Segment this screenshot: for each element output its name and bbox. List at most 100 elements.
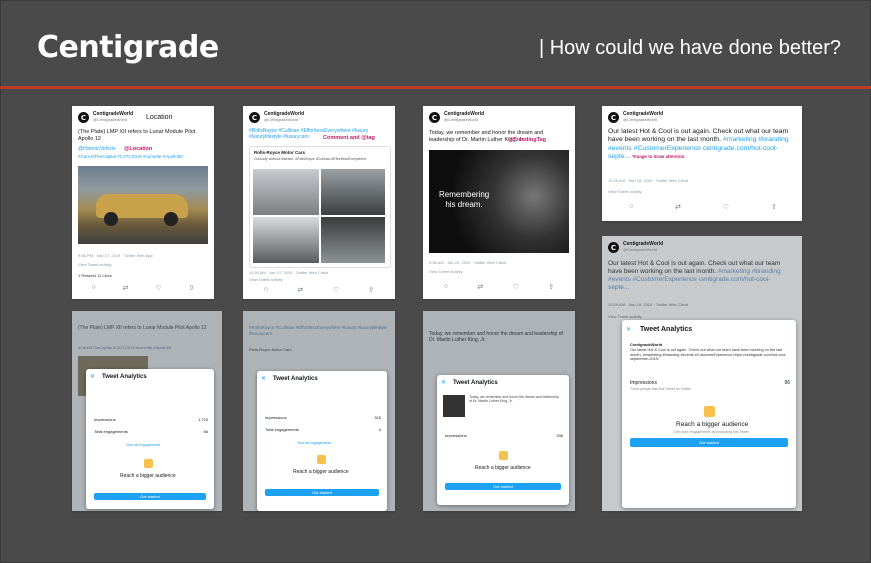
reply-icon[interactable]: ○	[444, 283, 448, 291]
slide-subtitle: | How could we have done better?	[538, 37, 841, 59]
reach-heading: Reach a bigger audience	[676, 421, 749, 428]
hashtags[interactable]: #CarsAtTheCapital #CATC2019 #corvette #A…	[78, 154, 208, 160]
impressions-value: 96	[784, 380, 790, 386]
tweet-header: C CentigradeWorld @CentigradeWorld	[429, 111, 485, 123]
impressions-label: Impressions	[94, 417, 116, 422]
close-icon[interactable]: ✕	[261, 375, 266, 382]
lightbulb-icon	[317, 455, 326, 464]
share-icon[interactable]: ⇧	[548, 283, 554, 291]
analytics-screenshot-1: (The Plate) LMP XII refers to Lunar Modu…	[72, 311, 222, 511]
background-hashtags: #CarsAtTheCapital #CATC2019 #corvette #A…	[78, 345, 172, 350]
tweet-thumbnail	[443, 395, 465, 417]
presentation-slide: Centigrade | How could we have done bett…	[0, 0, 871, 563]
close-icon[interactable]: ✕	[626, 326, 631, 333]
image-caption: Remembering his dream.	[439, 190, 490, 210]
engagements-value: 4	[378, 427, 381, 432]
tweet-meta: 10:29 AM · Sep 18, 2019 · Twitter Web Cl…	[608, 302, 689, 307]
modal-title: Tweet Analytics	[102, 374, 147, 380]
view-all-engagements-link[interactable]: View all engagements	[297, 441, 331, 445]
quoted-image-3	[253, 217, 319, 263]
tweet-analytics-modal: ✕ Tweet Analytics Impressions 315 Total …	[257, 371, 387, 511]
view-all-engagements-link[interactable]: View all engagements	[126, 443, 160, 447]
impressions-note: Times people saw this Tweet on Twitter	[630, 387, 691, 391]
retweet-icon[interactable]: ⇄	[675, 203, 681, 211]
reply-icon[interactable]: ○	[629, 203, 633, 211]
account-name: CentigradeWorld @CentigradeWorld	[444, 111, 485, 122]
like-icon[interactable]: ♡	[513, 283, 519, 291]
like-icon[interactable]: ♡	[333, 286, 339, 294]
reply-icon[interactable]: ○	[91, 284, 95, 292]
tweet-actions: ○ ⇄ ♡ ⇧	[78, 284, 208, 292]
reply-icon[interactable]: ○	[264, 286, 268, 294]
view-activity-link[interactable]: View Tweet activity	[608, 189, 642, 194]
reach-heading: Reach a bigger audience	[475, 465, 531, 471]
tweet-text: Our latest Hot & Cool is out again. Chec…	[608, 128, 789, 161]
like-icon[interactable]: ♡	[155, 284, 161, 292]
tweet-meta: 11:36 AM · Jan 27, 2020 · Twitter Web Cl…	[249, 270, 329, 275]
close-icon[interactable]: ✕	[90, 373, 95, 380]
avatar: C	[78, 112, 89, 123]
account-name: CentigradeWorld @CentigradeWorld	[623, 241, 664, 252]
modal-title: Tweet Analytics	[640, 326, 693, 333]
account-name: CentigradeWorld @CentigradeWorld	[93, 111, 134, 122]
tweet-actions: ○ ⇄ ♡ ⇧	[249, 286, 389, 294]
view-activity-link[interactable]: View Tweet activity	[78, 262, 112, 267]
engagements-label: Total engagements	[94, 429, 128, 434]
tweet-header: C CentigradeWorld @CentigradeWorld	[608, 241, 664, 253]
background-quoted-account: Rolls-Royce Motor Cars	[249, 347, 292, 352]
close-icon[interactable]: ✕	[441, 379, 446, 386]
brand-logo: Centigrade	[37, 30, 219, 65]
quoted-tweet[interactable]: Rolls-Royce Motor Cars Curiosity without…	[249, 146, 391, 268]
modal-title: Tweet Analytics	[453, 380, 498, 386]
impressions-value: 336	[556, 433, 563, 438]
engagements-label: Total engagements	[265, 427, 299, 432]
impressions-label: Impressions	[445, 433, 467, 438]
tweet-actions: ○ ⇄ ♡ ⇧	[608, 203, 798, 211]
get-started-button[interactable]: Get started	[94, 493, 206, 500]
avatar: C	[249, 112, 260, 123]
background-tweet-text: Our latest Hot & Cool is out again. Chec…	[608, 260, 781, 292]
tweet-card-4: C CentigradeWorld @CentigradeWorld Our la…	[602, 106, 802, 221]
tweet-meta: 10:29 AM · Sep 18, 2019 · Twitter Web Cl…	[608, 178, 689, 183]
quoted-text: Curiosity without restraint. #RollsRoyce…	[254, 157, 367, 161]
retweet-icon[interactable]: ⇄	[123, 284, 129, 292]
view-activity-link[interactable]: View Tweet activity	[249, 277, 283, 282]
view-activity-link[interactable]: View Tweet activity	[429, 269, 463, 274]
like-icon[interactable]: ♡	[723, 203, 729, 211]
account-name: CentigradeWorld @CentigradeWorld	[264, 111, 305, 122]
impressions-value: 1,723	[197, 417, 208, 422]
impressions-label: Impressions	[630, 380, 657, 386]
lightbulb-icon	[144, 459, 153, 468]
share-icon[interactable]: ⇧	[771, 203, 777, 211]
get-started-button[interactable]: Get started	[445, 483, 561, 490]
mention[interactable]: @HistoricVehicle	[78, 146, 116, 152]
share-icon[interactable]: ⇧	[189, 284, 195, 292]
get-started-button[interactable]: Get started	[630, 438, 788, 447]
avatar: C	[608, 112, 619, 123]
engagements-value: 66	[203, 429, 208, 434]
quoted-image-4	[321, 217, 385, 263]
retweet-icon[interactable]: ⇄	[477, 283, 483, 291]
annotation-trending: @TrendingTag	[508, 137, 546, 143]
view-activity-link[interactable]: View Tweet activity	[608, 314, 642, 319]
tweet-text: (The Plate) LMP XII refers to Lunar Modu…	[78, 129, 196, 142]
analytics-screenshot-3: Today, we remember and honor the dream a…	[423, 311, 575, 511]
account-name: CentigradeWorld @CentigradeWorld	[623, 111, 664, 122]
tweet-header: C CentigradeWorld @CentigradeWorld	[78, 111, 134, 123]
background-tweet-text: (The Plate) LMP XII refers to Lunar Modu…	[78, 325, 207, 331]
analytics-screenshot-2: #RollsRoyce #Cullinan #EffortlessEverywh…	[243, 311, 395, 511]
retweet-icon[interactable]: ⇄	[297, 286, 303, 294]
annotation-location-tag: @Location	[124, 146, 153, 152]
get-started-button[interactable]: Get started	[265, 489, 379, 496]
avatar: C	[429, 112, 440, 123]
tweet-meta: 9:58 PM · Sep 17, 2019 · Twitter Web App	[78, 253, 153, 258]
tweet-stats: 1 Retweet 11 Likes	[78, 273, 112, 278]
share-icon[interactable]: ⇧	[368, 286, 374, 294]
avatar: C	[608, 242, 619, 253]
tweet-analytics-modal: ✕ Tweet Analytics Impressions 1,723 Tota…	[86, 369, 214, 509]
impressions-value: 315	[374, 415, 381, 420]
modal-tweet-text: Today, we remember and honor the dream a…	[469, 395, 559, 404]
mlk-image: Remembering his dream.	[429, 150, 569, 253]
reach-heading: Reach a bigger audience	[120, 473, 176, 479]
tweet-text: Today, we remember and honor the dream a…	[429, 130, 544, 143]
